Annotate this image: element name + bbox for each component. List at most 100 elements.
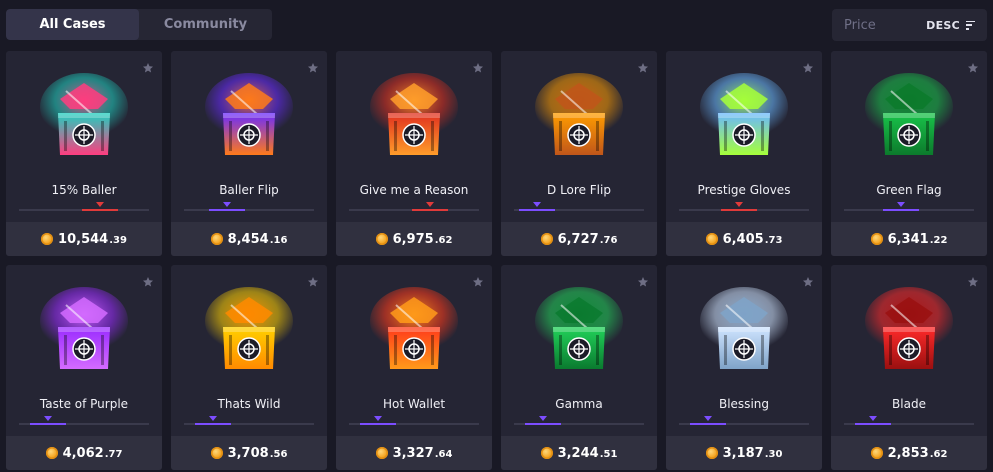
price-decimal: .62 bbox=[434, 234, 453, 246]
price-decimal: .30 bbox=[764, 448, 783, 460]
risk-marker-icon bbox=[735, 202, 743, 207]
case-box-icon bbox=[40, 287, 128, 369]
risk-marker-icon bbox=[869, 416, 877, 421]
star-icon[interactable] bbox=[967, 62, 979, 74]
coin-icon bbox=[375, 447, 388, 459]
star-icon[interactable] bbox=[802, 276, 814, 288]
price-decimal: .62 bbox=[929, 448, 948, 460]
coin-icon bbox=[375, 233, 388, 245]
price-decimal: .76 bbox=[599, 234, 618, 246]
case-name: Blessing bbox=[718, 397, 769, 411]
price-decimal: .73 bbox=[764, 234, 783, 246]
tab-all-cases[interactable]: All Cases bbox=[6, 9, 139, 40]
case-price: 3,708 .56 bbox=[171, 436, 327, 470]
sort-dropdown[interactable]: Price DESC bbox=[832, 9, 987, 41]
risk-marker-icon bbox=[897, 202, 905, 207]
case-card[interactable]: Prestige Gloves 6,405 .73 bbox=[666, 51, 822, 256]
risk-level-segment bbox=[82, 209, 118, 211]
case-price: 3,327 .64 bbox=[336, 436, 492, 470]
star-icon[interactable] bbox=[142, 62, 154, 74]
risk-level-segment bbox=[360, 423, 396, 425]
risk-marker-icon bbox=[374, 416, 382, 421]
case-name: Taste of Purple bbox=[39, 397, 129, 411]
case-name: Thats Wild bbox=[217, 397, 281, 411]
case-name: Baller Flip bbox=[219, 183, 279, 197]
case-price: 6,975 .62 bbox=[336, 222, 492, 256]
star-icon[interactable] bbox=[967, 276, 979, 288]
coin-icon bbox=[705, 233, 718, 245]
risk-marker-icon bbox=[533, 202, 541, 207]
star-icon[interactable] bbox=[307, 276, 319, 288]
case-card[interactable]: Blade 2,853 .62 bbox=[831, 265, 987, 470]
case-price: 2,853 .62 bbox=[831, 436, 987, 470]
case-price: 4,062 .77 bbox=[6, 436, 162, 470]
risk-marker-icon bbox=[539, 416, 547, 421]
risk-marker-icon bbox=[426, 202, 434, 207]
risk-level-segment bbox=[412, 209, 448, 211]
case-card[interactable]: Hot Wallet 3,327 .64 bbox=[336, 265, 492, 470]
risk-indicator bbox=[19, 202, 149, 211]
case-box-icon bbox=[700, 73, 788, 155]
star-icon[interactable] bbox=[472, 276, 484, 288]
risk-indicator bbox=[679, 416, 809, 425]
coin-icon bbox=[41, 233, 54, 245]
case-card[interactable]: Baller Flip 8,454 .16 bbox=[171, 51, 327, 256]
price-decimal: .22 bbox=[929, 234, 948, 246]
case-name: Give me a Reason bbox=[359, 183, 469, 197]
case-box-icon bbox=[700, 287, 788, 369]
case-card[interactable]: 15% Baller 10,544 .39 bbox=[6, 51, 162, 256]
case-box-icon bbox=[865, 73, 953, 155]
price-amount: 3,708 bbox=[227, 445, 269, 461]
risk-level-segment bbox=[721, 209, 757, 211]
price-amount: 6,975 bbox=[392, 231, 434, 247]
case-price: 8,454 .16 bbox=[171, 222, 327, 256]
risk-level-segment bbox=[525, 423, 561, 425]
risk-level-segment bbox=[883, 209, 919, 211]
case-card[interactable]: D Lore Flip 6,727 .76 bbox=[501, 51, 657, 256]
price-amount: 6,341 bbox=[887, 231, 929, 247]
risk-indicator bbox=[514, 202, 644, 211]
star-icon[interactable] bbox=[307, 62, 319, 74]
case-name: Green Flag bbox=[876, 183, 942, 197]
risk-level-segment bbox=[519, 209, 555, 211]
coin-icon bbox=[210, 233, 223, 245]
price-amount: 8,454 bbox=[227, 231, 269, 247]
case-price: 3,187 .30 bbox=[666, 436, 822, 470]
case-box-icon bbox=[865, 287, 953, 369]
sort-label: Price bbox=[844, 17, 876, 33]
risk-marker-icon bbox=[704, 416, 712, 421]
risk-level-segment bbox=[209, 209, 245, 211]
case-name: Prestige Gloves bbox=[697, 183, 791, 197]
case-price: 3,244 .51 bbox=[501, 436, 657, 470]
risk-indicator bbox=[514, 416, 644, 425]
price-amount: 3,327 bbox=[392, 445, 434, 461]
coin-icon bbox=[705, 447, 718, 459]
case-card[interactable]: Blessing 3,187 .30 bbox=[666, 265, 822, 470]
tab-community[interactable]: Community bbox=[139, 9, 272, 40]
case-card[interactable]: Taste of Purple 4,062 .77 bbox=[6, 265, 162, 470]
case-price: 10,544 .39 bbox=[6, 222, 162, 256]
case-price: 6,405 .73 bbox=[666, 222, 822, 256]
case-price: 6,727 .76 bbox=[501, 222, 657, 256]
coin-icon bbox=[870, 447, 883, 459]
star-icon[interactable] bbox=[637, 62, 649, 74]
star-icon[interactable] bbox=[637, 276, 649, 288]
case-card[interactable]: Thats Wild 3,708 .56 bbox=[171, 265, 327, 470]
star-icon[interactable] bbox=[802, 62, 814, 74]
case-card[interactable]: Green Flag 6,341 .22 bbox=[831, 51, 987, 256]
price-amount: 6,727 bbox=[557, 231, 599, 247]
price-decimal: .39 bbox=[109, 234, 127, 246]
case-box-icon bbox=[535, 73, 623, 155]
star-icon[interactable] bbox=[142, 276, 154, 288]
risk-indicator bbox=[349, 416, 479, 425]
case-card[interactable]: Give me a Reason 6,975 .62 bbox=[336, 51, 492, 256]
case-filter-tabs: All Cases Community bbox=[6, 9, 272, 40]
price-amount: 6,405 bbox=[722, 231, 764, 247]
price-decimal: .64 bbox=[434, 448, 453, 460]
price-amount: 3,187 bbox=[722, 445, 764, 461]
case-card[interactable]: Gamma 3,244 .51 bbox=[501, 265, 657, 470]
star-icon[interactable] bbox=[472, 62, 484, 74]
top-bar: All Cases Community Price DESC bbox=[0, 0, 993, 50]
risk-marker-icon bbox=[96, 202, 104, 207]
price-decimal: .16 bbox=[269, 234, 288, 246]
